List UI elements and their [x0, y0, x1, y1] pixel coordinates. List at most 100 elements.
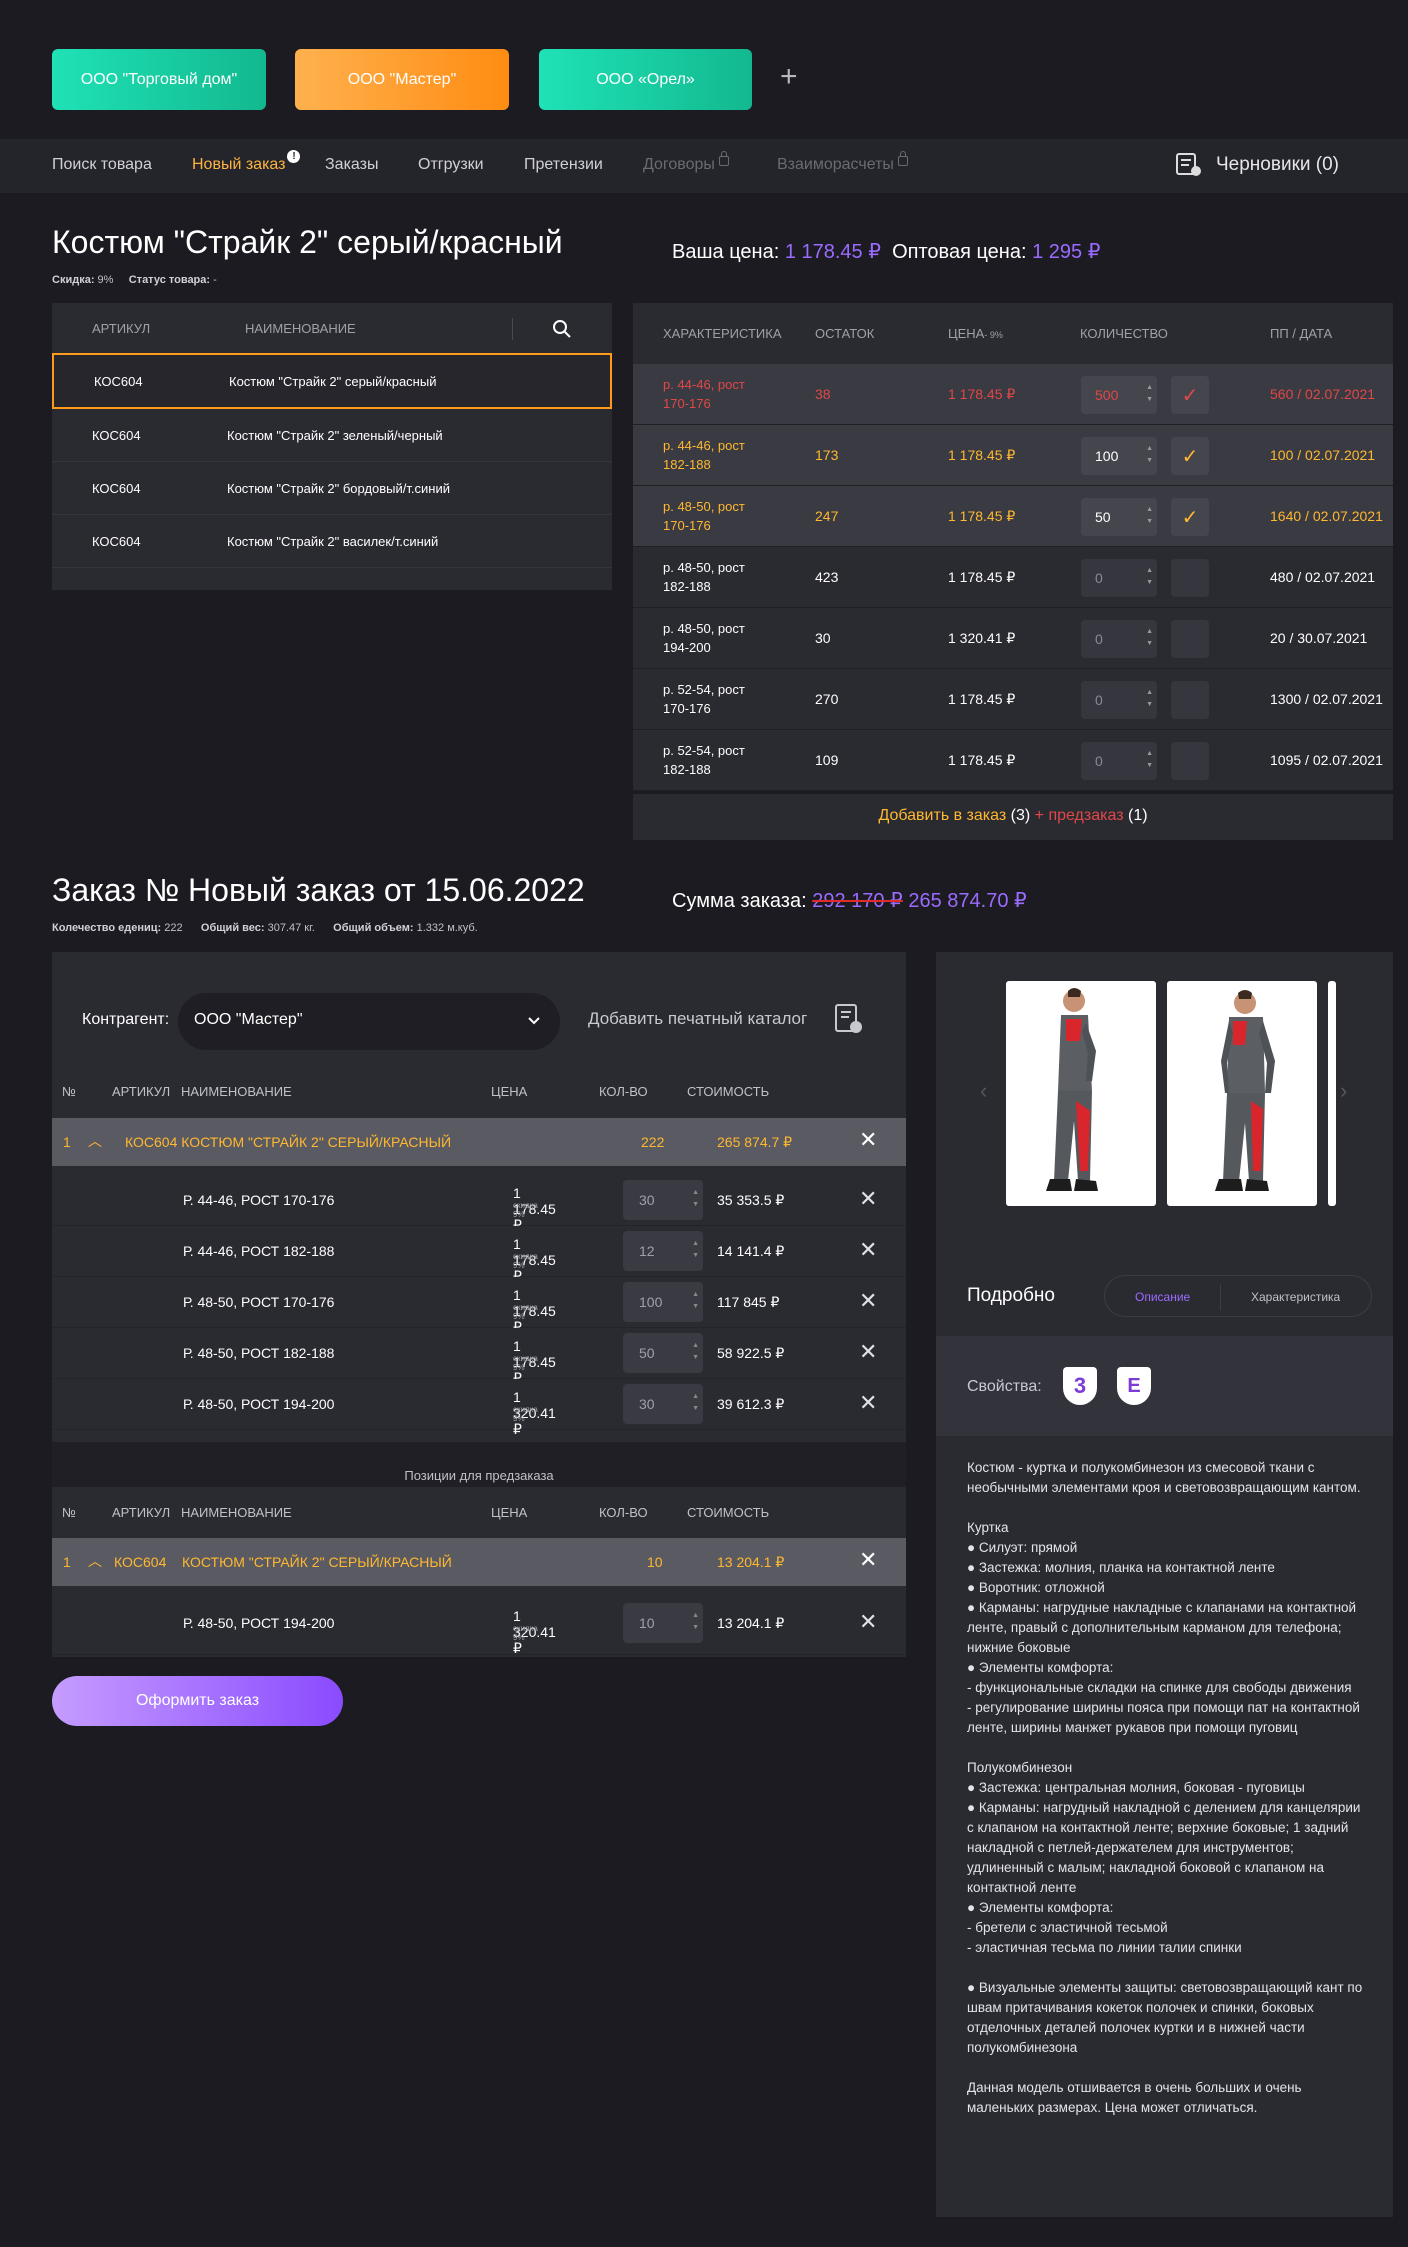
- check-box[interactable]: [1171, 681, 1209, 719]
- col-characteristic: ХАРАКТЕРИСТИКА: [663, 326, 782, 341]
- product-title: Костюм "Страйк 2" серый/красный: [52, 224, 563, 260]
- col-num: №: [62, 1084, 76, 1099]
- quantity-stepper[interactable]: 12: [623, 1231, 703, 1271]
- stock-pp-date: 1300 / 02.07.2021: [1270, 691, 1383, 707]
- nav-contracts: Договоры: [643, 151, 729, 174]
- tab-description[interactable]: Описание: [1135, 1290, 1190, 1304]
- company-button-trade-house[interactable]: ООО "Торговый дом": [52, 49, 266, 110]
- char-line: р. 52-54, рост: [663, 682, 745, 697]
- chevron-left-icon[interactable]: ‹: [980, 1078, 987, 1104]
- article-row[interactable]: КОС604 Костюм "Страйк 2" бордовый/т.сини…: [52, 462, 612, 515]
- chevron-up-icon[interactable]: ︿: [88, 1131, 102, 1151]
- line-name: Р. 48-50, РОСТ 194-200: [183, 1615, 335, 1631]
- close-icon[interactable]: ✕: [859, 1390, 877, 1416]
- nav-orders[interactable]: Заказы: [325, 156, 378, 174]
- quantity-stepper[interactable]: 50: [623, 1333, 703, 1373]
- group-qty: 10: [647, 1554, 663, 1570]
- close-icon[interactable]: ✕: [859, 1547, 877, 1573]
- char-line: 170-176: [663, 518, 711, 533]
- preorder-link[interactable]: + предзаказ: [1035, 807, 1124, 824]
- close-icon[interactable]: ✕: [859, 1237, 877, 1263]
- stock-qty: 30: [815, 630, 831, 646]
- sum-new: 265 874.70 ₽: [908, 890, 1027, 912]
- product-image[interactable]: [1006, 981, 1156, 1206]
- check-icon[interactable]: ✓: [1171, 376, 1209, 414]
- col-price-label: ЦЕНА: [948, 326, 985, 341]
- group-code: КОС604: [114, 1554, 167, 1570]
- submit-order-button[interactable]: Оформить заказ: [52, 1676, 343, 1726]
- col-cost: СТОИМОСТЬ: [687, 1084, 770, 1099]
- nav-claims[interactable]: Претензии: [524, 156, 603, 174]
- check-icon[interactable]: ✓: [1171, 437, 1209, 475]
- tab-characteristics[interactable]: Характеристика: [1251, 1290, 1340, 1304]
- nav-contracts-label: Договоры: [643, 156, 715, 173]
- char-line: р. 48-50, рост: [663, 499, 745, 514]
- chevron-right-icon[interactable]: ›: [1340, 1078, 1347, 1104]
- quantity-stepper[interactable]: 0: [1081, 742, 1157, 780]
- sum-label: Сумма заказа:: [672, 890, 807, 912]
- nav-shipments[interactable]: Отгрузки: [418, 156, 484, 174]
- line-cost: 39 612.3 ₽: [717, 1396, 785, 1412]
- product-image[interactable]: [1328, 981, 1336, 1206]
- chevron-up-icon[interactable]: ︿: [88, 1551, 102, 1571]
- discount-note: скидка 9%: [513, 1405, 538, 1423]
- quantity-stepper[interactable]: 100: [623, 1282, 703, 1322]
- quantity-stepper[interactable]: 0: [1081, 620, 1157, 658]
- stock-qty: 173: [815, 447, 839, 463]
- article-row[interactable]: КОС604 Костюм "Страйк 2" зеленый/черный: [52, 409, 612, 462]
- order-title: Заказ № Новый заказ от 15.06.2022: [52, 872, 585, 908]
- quantity-stepper[interactable]: 30: [623, 1180, 703, 1220]
- quantity-stepper[interactable]: 30: [623, 1384, 703, 1424]
- discount-note: скидка 9%: [513, 1354, 538, 1372]
- close-icon[interactable]: ✕: [859, 1339, 877, 1365]
- stock-price: 1 178.45 ₽: [948, 752, 1016, 768]
- check-box[interactable]: [1171, 559, 1209, 597]
- stock-price: 1 178.45 ₽: [948, 508, 1016, 524]
- quantity-stepper[interactable]: 50: [1081, 498, 1157, 536]
- preorder-group-row[interactable]: 1 ︿ КОС604 КОСТЮМ "СТРАЙК 2" СЕРЫЙ/КРАСН…: [52, 1538, 906, 1586]
- stock-qty: 270: [815, 691, 839, 707]
- stock-char: р. 44-46, рост 170-176: [663, 375, 745, 413]
- col-price: ЦЕНА: [491, 1505, 528, 1520]
- company-button-orel[interactable]: ООО «Орел»: [539, 49, 752, 110]
- nav-new-order[interactable]: Новый заказ!: [192, 150, 301, 174]
- article-row[interactable]: КОС604 Костюм "Страйк 2" василек/т.синий: [52, 515, 612, 568]
- quantity-stepper[interactable]: 500: [1081, 376, 1157, 414]
- stock-qty: 247: [815, 508, 839, 524]
- close-icon[interactable]: ✕: [859, 1288, 877, 1314]
- quantity-stepper[interactable]: 0: [1081, 559, 1157, 597]
- nav-search[interactable]: Поиск товара: [52, 156, 152, 174]
- search-icon[interactable]: [552, 319, 572, 339]
- article-row[interactable]: КОС604 Костюм "Страйк 2" серый/красный: [52, 353, 612, 409]
- group-cost: 265 874.7 ₽: [717, 1134, 793, 1150]
- order-meta: Колечество едениц: 222 Общий вес: 307.47…: [52, 922, 478, 934]
- discount-note: скидка 9%: [513, 1201, 538, 1219]
- product-image[interactable]: [1167, 981, 1317, 1206]
- add-to-order-link[interactable]: Добавить в заказ: [878, 807, 1006, 824]
- catalog-icon[interactable]: [834, 1003, 864, 1035]
- col-price: ЦЕНА: [491, 1084, 528, 1099]
- close-icon[interactable]: ✕: [859, 1186, 877, 1212]
- quantity-stepper[interactable]: 100: [1081, 437, 1157, 475]
- company-label: ООО «Орел»: [596, 70, 695, 88]
- check-box[interactable]: [1171, 620, 1209, 658]
- close-icon[interactable]: ✕: [859, 1609, 877, 1635]
- discount-note: скидка 9%: [513, 1303, 538, 1321]
- add-catalog-button[interactable]: Добавить печатный каталог: [588, 1009, 807, 1029]
- quantity-stepper[interactable]: 0: [1081, 681, 1157, 719]
- details-title: Подробно: [967, 1285, 1055, 1306]
- add-company-icon[interactable]: +: [780, 62, 798, 92]
- char-line: 182-188: [663, 579, 711, 594]
- close-icon[interactable]: ✕: [859, 1127, 877, 1153]
- order-group-row[interactable]: 1 ︿ КОС604 КОСТЮМ "СТРАЙК 2" СЕРЫЙ/КРАСН…: [52, 1118, 906, 1166]
- quantity-stepper[interactable]: 10: [623, 1603, 703, 1643]
- check-box[interactable]: [1171, 742, 1209, 780]
- counterparty-select[interactable]: ООО "Мастер": [178, 993, 560, 1050]
- drafts-link[interactable]: Черновики (0): [1176, 153, 1339, 177]
- stock-price: 1 178.45 ₽: [948, 691, 1016, 707]
- stock-qty: 423: [815, 569, 839, 585]
- catalog-label: Добавить печатный каталог: [588, 1009, 808, 1028]
- stock-char: р. 48-50, рост 194-200: [663, 619, 745, 657]
- check-icon[interactable]: ✓: [1171, 498, 1209, 536]
- company-button-master[interactable]: ООО "Мастер": [295, 49, 509, 110]
